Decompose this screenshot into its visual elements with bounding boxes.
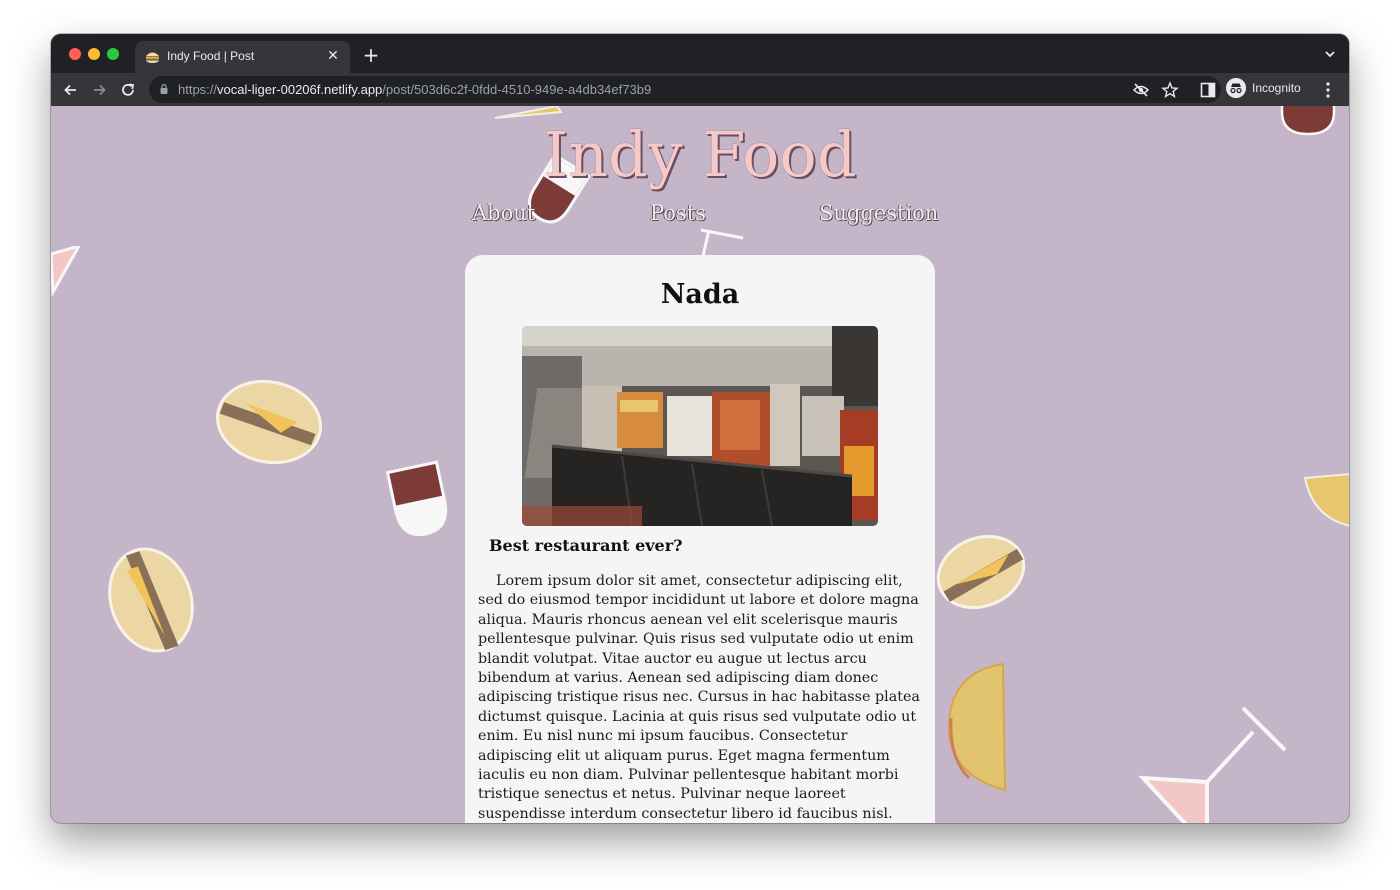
burger-icon [215,379,323,465]
browser-window: Indy Food | Post ✕ + https://vocal-liger… [51,34,1349,823]
nav-about-link[interactable]: About [472,201,535,225]
burger-favicon-icon [146,52,159,63]
incognito-label: Incognito [1252,81,1301,95]
cocktail-glass-icon [1138,706,1287,823]
post-body: Lorem ipsum dolor sit amet, consectetur … [478,573,920,822]
wine-glass-icon [386,460,448,537]
post-card: Nada Best restaurant ever? Lorem ipsum d… [465,255,935,823]
url-scheme: https:// [178,82,218,97]
minimize-window-button[interactable] [88,48,100,60]
forward-arrow-icon[interactable] [89,80,109,100]
browser-tab[interactable]: Indy Food | Post ✕ [135,41,350,73]
chevron-down-icon[interactable] [1323,47,1337,61]
nav-posts-link[interactable]: Posts [650,201,706,225]
browser-toolbar: https://vocal-liger-00206f.netlify.app/p… [51,73,1349,106]
eye-off-icon[interactable] [1131,80,1151,100]
cocktail-glass-icon [51,246,81,296]
new-tab-icon[interactable]: + [361,45,381,65]
back-arrow-icon[interactable] [61,80,81,100]
reload-icon[interactable] [118,80,138,100]
side-panel-icon[interactable] [1198,80,1218,100]
taco-icon [947,662,1007,792]
url-path: /post/503d6c2f-0fdd-4510-949e-a4db34ef73… [382,82,652,97]
burger-icon [936,534,1026,610]
post-title: Nada [660,279,740,310]
post-subtitle: Best restaurant ever? [489,536,683,555]
close-window-button[interactable] [69,48,81,60]
more-vert-icon[interactable] [1321,80,1335,100]
incognito-profile-button[interactable]: Incognito [1226,77,1308,101]
star-icon[interactable] [1160,80,1180,100]
maximize-window-button[interactable] [107,48,119,60]
tab-close-icon[interactable]: ✕ [324,47,342,65]
page-viewport: Indy Food About Posts Suggestion Nada Be… [51,106,1349,823]
address-bar[interactable]: https://vocal-liger-00206f.netlify.app/p… [149,76,1221,103]
lock-icon[interactable] [160,84,168,94]
incognito-icon [1226,78,1246,98]
tab-strip: Indy Food | Post ✕ + [51,34,1349,73]
post-image [522,326,878,526]
burger-icon [108,547,194,653]
taco-icon [1303,473,1349,527]
nav-suggestion-link[interactable]: Suggestion [819,201,938,225]
site-title: Indy Food [543,118,857,191]
url-host: vocal-liger-00206f.netlify.app [217,82,383,97]
tab-title: Indy Food | Post [167,49,255,63]
url-text[interactable]: https://vocal-liger-00206f.netlify.app/p… [178,82,651,97]
